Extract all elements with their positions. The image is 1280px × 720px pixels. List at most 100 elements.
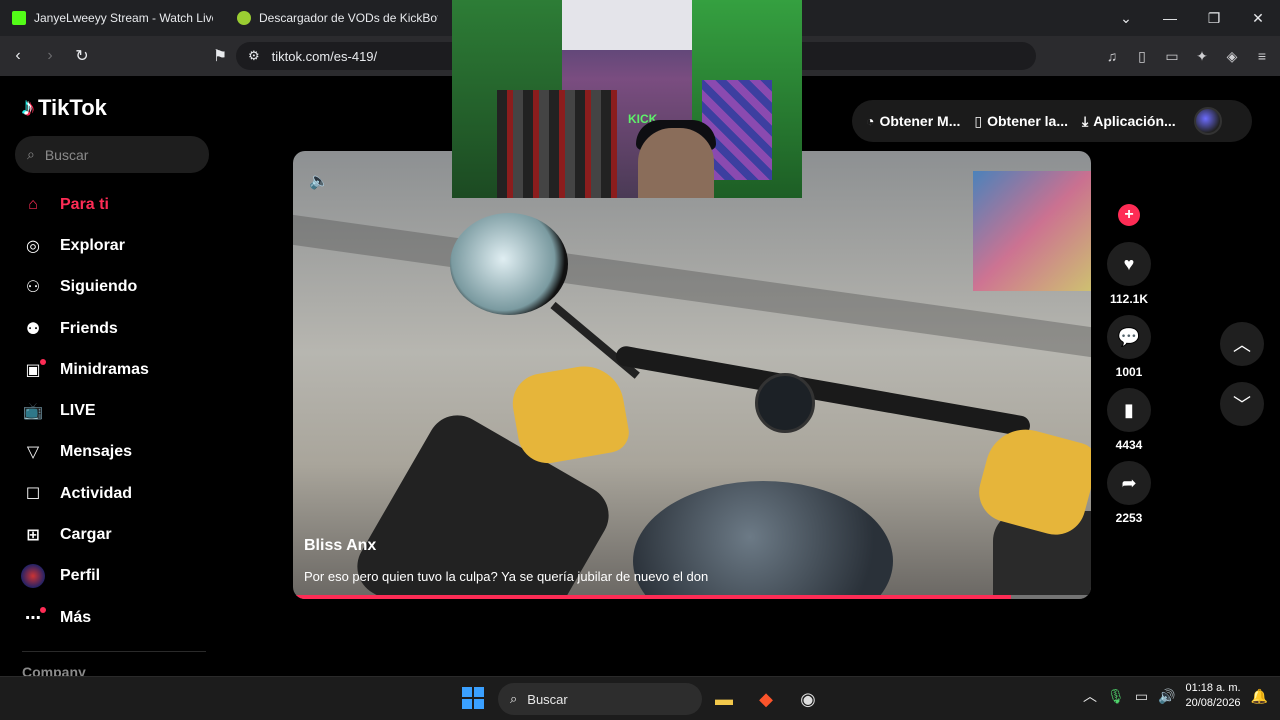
- search-input[interactable]: ⌕ Buscar: [15, 136, 209, 173]
- kickbot-favicon-icon: [237, 11, 251, 25]
- file-explorer-icon[interactable]: ▬: [710, 685, 738, 713]
- extension-toolbar: ♫ ▯ ▭ ✦ ◈ ≡: [1102, 44, 1272, 68]
- maximize-icon[interactable]: ❐: [1192, 0, 1236, 36]
- heart-icon: ♥: [1123, 253, 1135, 274]
- motorcycle-mirror: [450, 213, 568, 315]
- live-tv-icon: 📺: [23, 403, 43, 421]
- user-avatar[interactable]: [1193, 107, 1222, 135]
- wallet-icon[interactable]: ▭: [1162, 44, 1182, 68]
- sidebar-item-siguiendo[interactable]: ⚇ Siguiendo: [20, 267, 210, 308]
- header-actions: ◔ Obtener M... ▯ Obtener la... ⤓ Aplicación…: [852, 100, 1252, 142]
- window-controls: ⌄ — ❐ ✕: [1104, 0, 1280, 36]
- tray-chevron-up-icon[interactable]: ︿: [1083, 686, 1097, 706]
- like-count: 112.1K: [1109, 292, 1149, 306]
- video-author[interactable]: Bliss Anx: [304, 537, 376, 555]
- webcam-clothes-rack: [497, 90, 617, 198]
- previous-video-button[interactable]: ︿: [1220, 322, 1264, 366]
- volume-icon[interactable]: 🔈: [309, 171, 329, 191]
- phone-icon: ▯: [974, 112, 983, 129]
- sidebar-item-minidramas[interactable]: ▣ Minidramas: [20, 349, 210, 390]
- street-stall-scene: [973, 171, 1091, 291]
- sidebar-item-mas[interactable]: ⋯ Más: [20, 597, 210, 638]
- brave-browser-icon[interactable]: ◆: [752, 685, 780, 713]
- clock-date: 20/08/2026: [1185, 697, 1241, 709]
- like-button[interactable]: ♥: [1107, 242, 1151, 286]
- obs-icon[interactable]: ◉: [794, 685, 822, 713]
- sidebar-item-actividad[interactable]: ☐ Actividad: [20, 473, 210, 514]
- reload-icon[interactable]: ↻: [68, 42, 96, 70]
- minimize-icon[interactable]: —: [1148, 0, 1192, 36]
- sidebar-item-live[interactable]: 📺 LIVE: [20, 390, 210, 431]
- save-count: 4434: [1115, 438, 1143, 452]
- badge-dot: [40, 358, 46, 365]
- chevron-up-icon: ︿: [1233, 335, 1251, 355]
- share-button[interactable]: ➦: [1107, 461, 1151, 505]
- tab-search-chevron-icon[interactable]: ⌄: [1104, 0, 1148, 36]
- video-progress-bar[interactable]: [293, 595, 1091, 599]
- windows-start-icon[interactable]: [462, 687, 484, 709]
- share-arrow-icon: ➦: [1121, 472, 1137, 493]
- speedometer: [755, 373, 815, 433]
- desktop-app-button[interactable]: ⤓ Aplicación...: [1082, 113, 1176, 130]
- search-icon: ⌕: [510, 691, 518, 706]
- compass-icon: ◎: [26, 237, 40, 255]
- vpn-shield-icon[interactable]: ◈: [1222, 44, 1242, 68]
- site-info-icon[interactable]: ⚙: [248, 48, 260, 64]
- forward-icon[interactable]: ›: [36, 42, 64, 70]
- close-icon[interactable]: ✕: [1236, 0, 1280, 36]
- sidebar-divider: [22, 651, 206, 652]
- sidebar-item-perfil[interactable]: Perfil: [20, 556, 210, 597]
- handlebar: [614, 344, 1032, 438]
- home-icon: ⌂: [28, 195, 38, 213]
- notification-bell-icon[interactable]: 🔔: [1251, 688, 1268, 705]
- taskbar-search[interactable]: ⌕ Buscar: [498, 683, 702, 715]
- browser-tab-kick[interactable]: JanyeLweeyy Stream - Watch Live on: [0, 0, 225, 36]
- get-app-button[interactable]: ▯ Obtener la...: [974, 113, 1068, 130]
- comment-button[interactable]: 💬: [1107, 315, 1151, 359]
- system-tray: ︿ 🎙 ▭ 🔊 01:18 a. m. 20/08/2026 🔔: [1083, 681, 1268, 711]
- tiktok-logo[interactable]: ♪ TikTok: [22, 94, 107, 122]
- save-button[interactable]: ▮: [1107, 388, 1151, 432]
- back-icon[interactable]: ‹: [4, 42, 32, 70]
- film-icon: ▣: [20, 357, 46, 383]
- next-video-button[interactable]: ﹀: [1220, 382, 1264, 426]
- comment-icon: 💬: [1117, 326, 1141, 347]
- bookmark-icon[interactable]: ⚑: [206, 42, 234, 70]
- bookmark-icon: ▮: [1124, 399, 1134, 420]
- menu-icon[interactable]: ≡: [1252, 44, 1272, 68]
- glove-left: [508, 360, 632, 468]
- send-icon: ▽: [26, 444, 40, 462]
- music-icon[interactable]: ♫: [1102, 44, 1122, 68]
- avatar-icon: [20, 563, 46, 589]
- sidebar-item-para-ti[interactable]: ⌂ Para ti: [20, 184, 210, 225]
- video-actions: + ♥ 112.1K 💬 1001 ▮ 4434 ➦ 2253: [1106, 204, 1152, 534]
- tab-title: Descargador de VODs de KickBot: [259, 11, 438, 25]
- url-text: tiktok.com/es-419/: [271, 48, 378, 64]
- tab-title: JanyeLweeyy Stream - Watch Live on: [34, 11, 213, 25]
- browser-tab-kickbot[interactable]: Descargador de VODs de KickBot: [225, 0, 450, 36]
- sidebar-item-mensajes[interactable]: ▽ Mensajes: [20, 432, 210, 473]
- sidebar-item-cargar[interactable]: ⊞ Cargar: [20, 514, 210, 555]
- video-player[interactable]: 🔈 Bliss Anx Por eso pero quien tuvo la c…: [293, 151, 1091, 599]
- sidebar-item-explorar[interactable]: ◎ Explorar: [20, 225, 210, 266]
- video-nav: ︿ ﹀: [1220, 322, 1264, 426]
- get-coins-button[interactable]: ◔ Obtener M...: [866, 113, 960, 129]
- video-progress-fill: [293, 595, 1012, 599]
- kick-favicon-icon: [12, 11, 26, 25]
- sidebar-icon[interactable]: ▯: [1132, 44, 1152, 68]
- clock-time: 01:18 a. m.: [1185, 682, 1241, 694]
- microphone-icon[interactable]: 🎙: [1107, 688, 1125, 705]
- network-icon[interactable]: ▭: [1135, 688, 1148, 705]
- clock[interactable]: 01:18 a. m. 20/08/2026: [1186, 681, 1241, 711]
- friends-icon: ⚉: [25, 320, 41, 338]
- tiktok-note-icon: ♪: [22, 94, 34, 121]
- coin-icon: ◔: [866, 113, 875, 129]
- sidebar-item-friends[interactable]: ⚉ Friends: [20, 308, 210, 349]
- follow-plus-button[interactable]: +: [1118, 204, 1140, 226]
- logo-text: TikTok: [38, 95, 107, 120]
- speaker-icon[interactable]: 🔊: [1158, 688, 1175, 705]
- comment-count: 1001: [1115, 365, 1143, 379]
- road-shadow: [293, 214, 1091, 358]
- taskbar: ⌕ Buscar ▬ ◆ ◉ ︿ 🎙 ▭ 🔊 01:18 a. m. 20/08…: [0, 676, 1280, 720]
- leo-ai-icon[interactable]: ✦: [1192, 44, 1212, 68]
